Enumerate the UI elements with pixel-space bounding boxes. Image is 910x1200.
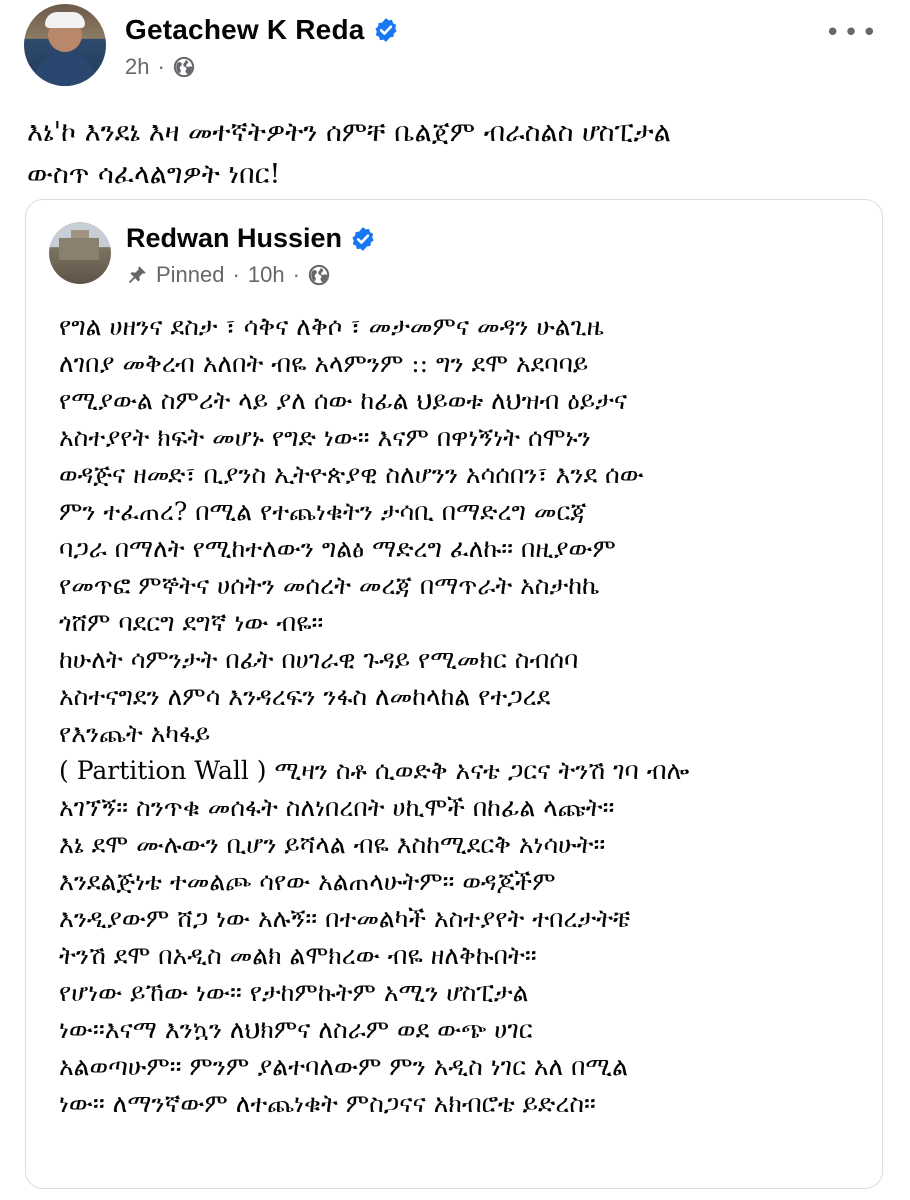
shared-meta-separator-2: · (292, 262, 300, 287)
shared-post-card[interactable]: Redwan Hussien Pinned · 10h · የግል ሀዘንና ደ… (25, 199, 883, 1189)
author-name-row: Getachew K Reda (125, 14, 399, 46)
author-name[interactable]: Getachew K Reda (125, 14, 365, 46)
verified-badge-icon (374, 18, 397, 42)
globe-icon[interactable] (173, 56, 195, 78)
shared-post-time[interactable]: 10h (248, 262, 285, 288)
post-meta: 2h · (125, 54, 195, 80)
shared-author-avatar[interactable] (49, 222, 111, 284)
shared-verified-badge-icon (352, 226, 374, 251)
post-time[interactable]: 2h (125, 54, 149, 80)
shared-meta-separator-1: · (232, 262, 240, 287)
pinned-label: Pinned (156, 262, 225, 287)
shared-post-text: የግል ሀዘንና ደስታ ፣ ሳቅና ለቅሶ ፣ መታመምና መዳን ሁልጊዜ … (59, 312, 690, 1118)
shared-post-meta: Pinned · 10h · (126, 262, 330, 288)
shared-globe-icon[interactable] (308, 264, 330, 286)
shared-author-name-row: Redwan Hussien (126, 223, 376, 254)
post-header: Getachew K Reda 2h · ••• (24, 4, 886, 90)
post-text: እኔ'ኮ እንደኔ እዛ መተኛትዎትን ሰምቸ ቤልጀም ብራስልስ ሆስፒታ… (27, 117, 671, 190)
more-options-icon[interactable]: ••• (825, 18, 880, 48)
author-avatar[interactable] (24, 4, 106, 86)
pin-icon (128, 266, 146, 284)
meta-separator: · (157, 54, 165, 79)
shared-author-name[interactable]: Redwan Hussien (126, 223, 342, 254)
